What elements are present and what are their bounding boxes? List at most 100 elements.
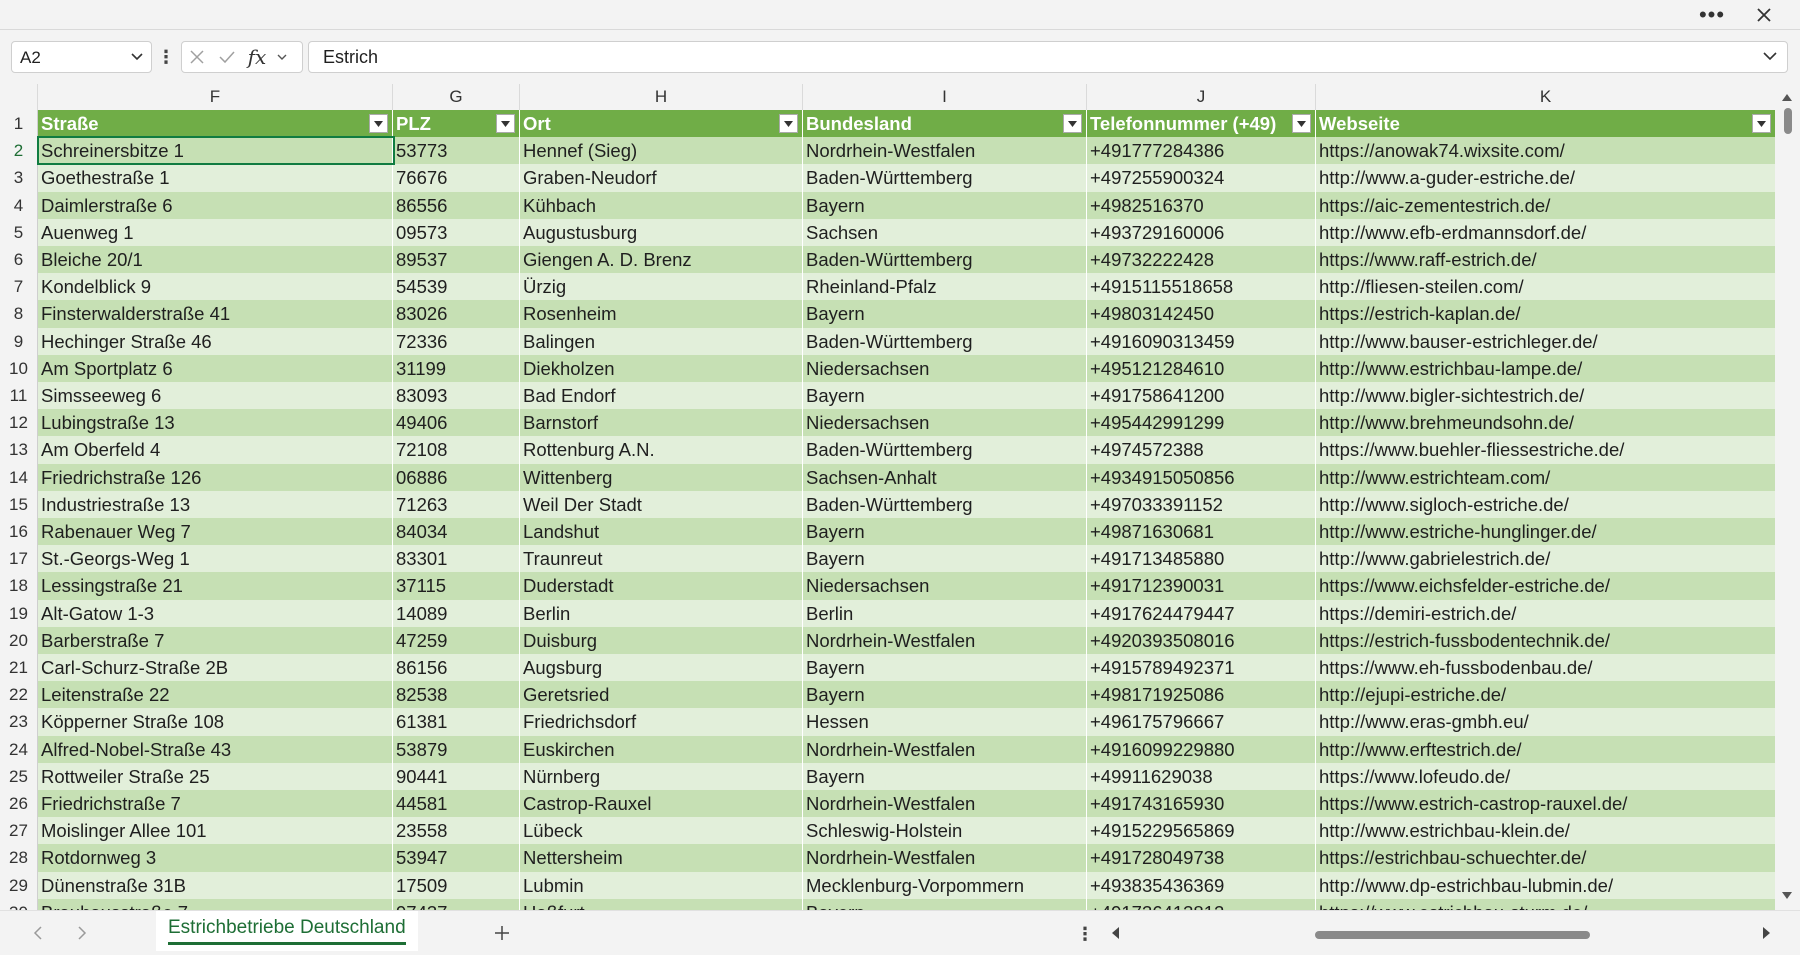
cell-h[interactable]: Castrop-Rauxel <box>520 790 803 818</box>
cell-h[interactable]: Lübeck <box>520 817 803 845</box>
cell-i[interactable]: Niedersachsen <box>803 572 1087 600</box>
cell-f[interactable]: Dünenstraße 31B <box>38 871 393 899</box>
cell-k[interactable]: http://www.bigler-sichtestrich.de/ <box>1316 382 1776 410</box>
cell-i[interactable]: Rheinland-Pfalz <box>803 273 1087 301</box>
cell-k[interactable]: http://fliesen-steilen.com/ <box>1316 273 1776 301</box>
cell-k[interactable]: http://www.estriche-hunglinger.de/ <box>1316 518 1776 546</box>
cell-k[interactable]: https://www.estrichbau-sturm.de/ <box>1316 898 1776 910</box>
cell-j[interactable]: +4982516370 <box>1087 191 1316 219</box>
cell-f[interactable]: Moislinger Allee 101 <box>38 817 393 845</box>
cell-k[interactable]: https://estrich-kaplan.de/ <box>1316 300 1776 328</box>
cell-g[interactable]: 37115 <box>393 572 520 600</box>
cell-k[interactable]: http://www.gabrielestrich.de/ <box>1316 545 1776 573</box>
row-number[interactable]: 12 <box>0 409 38 437</box>
row-number[interactable]: 20 <box>0 626 38 654</box>
cell-i[interactable]: Mecklenburg-Vorpommern <box>803 871 1087 899</box>
row-number[interactable]: 26 <box>0 790 38 818</box>
cell-g[interactable]: 76676 <box>393 164 520 192</box>
cell-k[interactable]: http://www.estrichbau-lampe.de/ <box>1316 354 1776 382</box>
cell-i[interactable]: Bayern <box>803 300 1087 328</box>
cell-g[interactable]: 06886 <box>393 463 520 491</box>
cell-f[interactable]: Am Oberfeld 4 <box>38 436 393 464</box>
row-number[interactable]: 29 <box>0 871 38 899</box>
cell-f[interactable]: Finsterwalderstraße 41 <box>38 300 393 328</box>
cell-i[interactable]: Bayern <box>803 191 1087 219</box>
cell-i[interactable]: Nordrhein-Westfalen <box>803 790 1087 818</box>
formula-input[interactable]: Estrich <box>308 41 1788 73</box>
cell-i[interactable]: Schleswig-Holstein <box>803 817 1087 845</box>
cell-j[interactable]: +491777284386 <box>1087 137 1316 165</box>
cell-g[interactable]: 53879 <box>393 735 520 763</box>
row-number[interactable]: 25 <box>0 762 38 790</box>
cell-h[interactable]: Augsburg <box>520 654 803 682</box>
scrollbar-thumb[interactable] <box>1315 931 1590 939</box>
row-number[interactable]: 9 <box>0 327 38 355</box>
cell-j[interactable]: +495121284610 <box>1087 354 1316 382</box>
header-cell[interactable]: Ort <box>520 110 803 138</box>
cell-j[interactable]: +491743165930 <box>1087 790 1316 818</box>
cell-f[interactable]: Lessingstraße 21 <box>38 572 393 600</box>
scroll-down-icon[interactable] <box>1781 888 1793 906</box>
cell-j[interactable]: +4920393508016 <box>1087 626 1316 654</box>
row-number[interactable]: 28 <box>0 844 38 872</box>
cell-f[interactable]: St.-Georgs-Weg 1 <box>38 545 393 573</box>
cell-g[interactable]: 86556 <box>393 191 520 219</box>
insert-function-button[interactable]: fx <box>242 42 272 72</box>
select-all-corner[interactable] <box>0 84 38 110</box>
cell-h[interactable]: Balingen <box>520 327 803 355</box>
enter-check-icon[interactable] <box>212 42 242 72</box>
cell-i[interactable]: Bayern <box>803 898 1087 910</box>
cell-j[interactable]: +498171925086 <box>1087 681 1316 709</box>
row-number[interactable]: 14 <box>0 463 38 491</box>
cell-j[interactable]: +4916099229880 <box>1087 735 1316 763</box>
cell-g[interactable]: 90441 <box>393 762 520 790</box>
column-header-g[interactable]: G <box>393 84 520 110</box>
cell-g[interactable]: 72108 <box>393 436 520 464</box>
tab-options-icon[interactable]: ⋮ <box>1076 921 1094 947</box>
cell-j[interactable]: +4974572388 <box>1087 436 1316 464</box>
cell-j[interactable]: +4915789492371 <box>1087 654 1316 682</box>
row-number[interactable]: 30 <box>0 898 38 910</box>
cell-g[interactable]: 14089 <box>393 599 520 627</box>
cell-k[interactable]: https://anowak74.wixsite.com/ <box>1316 137 1776 165</box>
cell-i[interactable]: Nordrhein-Westfalen <box>803 844 1087 872</box>
cell-i[interactable]: Bayern <box>803 762 1087 790</box>
header-cell[interactable]: Bundesland <box>803 110 1087 138</box>
cell-j[interactable]: +495442991299 <box>1087 409 1316 437</box>
column-header-f[interactable]: F <box>38 84 393 110</box>
cell-k[interactable]: http://www.estrichbau-klein.de/ <box>1316 817 1776 845</box>
cell-f[interactable]: Rottweiler Straße 25 <box>38 762 393 790</box>
cell-g[interactable]: 53773 <box>393 137 520 165</box>
row-number[interactable]: 18 <box>0 572 38 600</box>
cell-j[interactable]: +497033391152 <box>1087 490 1316 518</box>
cell-i[interactable]: Nordrhein-Westfalen <box>803 137 1087 165</box>
cell-g[interactable]: 83026 <box>393 300 520 328</box>
row-number[interactable]: 1 <box>0 110 38 138</box>
cell-h[interactable]: Hennef (Sieg) <box>520 137 803 165</box>
cell-f[interactable]: Alt-Gatow 1-3 <box>38 599 393 627</box>
row-number[interactable]: 3 <box>0 164 38 192</box>
column-header-j[interactable]: J <box>1087 84 1316 110</box>
cell-k[interactable]: https://www.estrich-castrop-rauxel.de/ <box>1316 790 1776 818</box>
scroll-left-icon[interactable] <box>1110 926 1120 945</box>
cell-h[interactable]: Wittenberg <box>520 463 803 491</box>
cell-i[interactable]: Bayern <box>803 518 1087 546</box>
header-cell[interactable]: PLZ <box>393 110 520 138</box>
cell-i[interactable]: Baden-Württemberg <box>803 327 1087 355</box>
cell-j[interactable]: +49871630681 <box>1087 518 1316 546</box>
add-sheet-icon[interactable] <box>488 919 516 947</box>
cell-h[interactable]: Nürnberg <box>520 762 803 790</box>
cell-h[interactable]: Kühbach <box>520 191 803 219</box>
cell-f[interactable]: Brauhausstraße 7 <box>38 898 393 910</box>
cell-k[interactable]: http://www.sigloch-estriche.de/ <box>1316 490 1776 518</box>
cell-g[interactable]: 49406 <box>393 409 520 437</box>
chevron-down-icon[interactable] <box>272 42 292 72</box>
scrollbar-thumb[interactable] <box>1784 108 1792 134</box>
row-number[interactable]: 5 <box>0 218 38 246</box>
cell-g[interactable]: 54539 <box>393 273 520 301</box>
row-number[interactable]: 22 <box>0 681 38 709</box>
cell-i[interactable]: Bayern <box>803 382 1087 410</box>
cell-k[interactable]: http://www.dp-estrichbau-lubmin.de/ <box>1316 871 1776 899</box>
cell-i[interactable]: Berlin <box>803 599 1087 627</box>
cell-i[interactable]: Baden-Württemberg <box>803 436 1087 464</box>
